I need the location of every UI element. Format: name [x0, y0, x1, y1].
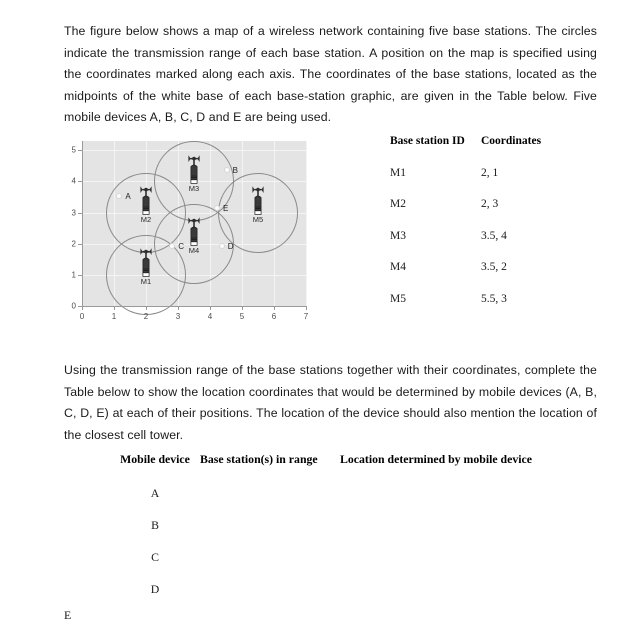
task-paragraph: Using the transmission range of the base… [64, 363, 597, 442]
table-row: M3 3.5, 4 [390, 230, 620, 262]
y-axis-tick [78, 243, 82, 245]
header-coordinates: Coordinates [481, 135, 542, 147]
cell-tower-icon [140, 248, 152, 278]
base-station-coordinates-table: Base station ID Coordinates M1 2, 1 M2 2… [390, 135, 620, 324]
mobile-device-label-A: A [125, 192, 131, 202]
cell-device-id: B [151, 518, 159, 532]
x-axis-tick [178, 306, 179, 310]
cell-device-id-e: E [64, 608, 72, 622]
y-axis-tick-label: 2 [71, 239, 76, 249]
cell-device-id: A [150, 486, 160, 500]
y-axis-tick-label: 1 [71, 270, 76, 280]
cell-in-range[interactable] [200, 518, 340, 550]
table-row: M4 3.5, 2 [390, 261, 620, 293]
cell-device-id: D [150, 582, 160, 596]
intro-paragraph: The figure below shows a map of a wirele… [64, 24, 597, 125]
x-axis-tick [242, 306, 243, 310]
x-axis-tick-label: 2 [143, 312, 149, 321]
cell-location[interactable] [340, 582, 600, 614]
x-axis-tick-label: 1 [111, 312, 117, 321]
cell-station-coords: 2, 1 [481, 166, 499, 179]
y-axis-tick [78, 274, 82, 276]
cell-station-id: M2 [390, 198, 406, 210]
x-axis-tick-label: 4 [207, 312, 213, 321]
y-axis-line [82, 141, 83, 306]
cell-station-id: M3 [390, 229, 406, 242]
y-axis-tick [78, 150, 82, 152]
x-axis-tick [82, 306, 83, 310]
base-station-M2: M2 [135, 185, 157, 224]
cell-station-coords: 3.5, 2 [481, 261, 507, 273]
y-axis-tick-label: 4 [71, 176, 76, 186]
base-station-M1: M1 [135, 247, 157, 286]
cell-station-coords: 2, 3 [481, 198, 499, 210]
mobile-device-D [218, 242, 225, 249]
header-base-station-id: Base station ID [390, 135, 465, 147]
table-row: M5 5.5, 3 [390, 293, 620, 325]
cell-station-id: M5 [390, 292, 406, 305]
x-axis-tick-label: 6 [271, 312, 277, 321]
x-axis-tick [114, 306, 115, 310]
base-station-label-M1: M1 [140, 277, 152, 287]
table-row: C [110, 550, 610, 582]
base-station-label-M5: M5 [252, 215, 264, 224]
y-axis-tick [78, 181, 82, 183]
base-station-M5: M5 [247, 185, 269, 224]
base-station-label-M3: M3 [188, 183, 200, 193]
table-row: M1 2, 1 [390, 167, 620, 199]
y-axis-tick [78, 212, 82, 214]
base-station-M3: M3 [183, 154, 205, 193]
network-map-figure: 0 1 2 3 4 5 6 7 0 1 2 3 4 5 M1 M2 M3 M4 M5 A B C D E [62, 136, 312, 341]
mobile-device-answer-table: Mobile device Base station(s) in range L… [110, 452, 610, 614]
cell-tower-icon [140, 186, 152, 215]
y-axis-tick [78, 306, 82, 307]
cell-tower-icon [252, 186, 264, 215]
table-row: M2 2, 3 [390, 198, 620, 230]
cell-tower-icon [188, 217, 200, 246]
cell-station-id: M4 [390, 261, 406, 273]
x-axis-tick-label: 7 [303, 312, 309, 321]
cell-in-range[interactable] [200, 550, 340, 582]
table-row: D [110, 582, 610, 614]
x-axis-tick [274, 306, 275, 310]
document-page: The figure below shows a map of a wirele… [0, 0, 625, 630]
table-row: A [110, 486, 610, 518]
mobile-device-label-E: E [223, 204, 229, 214]
base-station-M4: M4 [183, 216, 205, 255]
table-header-row: Mobile device Base station(s) in range L… [110, 452, 610, 486]
x-axis-line [82, 306, 306, 307]
mobile-device-label-C: C [178, 242, 184, 252]
gridline-vertical [306, 141, 307, 306]
base-station-label-M2: M2 [140, 215, 152, 224]
x-axis-tick [210, 306, 211, 310]
header-location-determined: Location determined by mobile device [340, 452, 533, 466]
cell-in-range[interactable] [200, 582, 340, 614]
header-mobile-device: Mobile device [120, 452, 190, 466]
cell-tower-icon [188, 155, 200, 184]
header-base-stations-in-range: Base station(s) in range [200, 452, 318, 466]
mobile-device-label-B: B [232, 165, 238, 175]
cell-location[interactable] [340, 550, 600, 582]
x-axis-tick-label: 5 [239, 312, 245, 321]
mobile-device-B [223, 166, 230, 173]
cell-station-coords: 3.5, 4 [481, 229, 507, 242]
table-row: B [110, 518, 610, 550]
x-axis-tick [306, 306, 307, 310]
cell-location[interactable] [340, 518, 600, 550]
cell-in-range[interactable] [200, 486, 340, 518]
table-header-row: Base station ID Coordinates [390, 135, 620, 167]
cell-device-id: C [151, 550, 159, 564]
base-station-label-M4: M4 [188, 246, 200, 256]
cell-station-id: M1 [390, 166, 406, 179]
y-axis-tick-label: 5 [71, 145, 76, 155]
x-axis-tick-label: 0 [79, 312, 85, 321]
x-axis-tick [146, 306, 147, 310]
mobile-device-label-D: D [227, 241, 234, 251]
cell-location[interactable] [340, 486, 600, 518]
y-axis-tick-label: 0 [71, 301, 76, 311]
x-axis-tick-label: 3 [175, 312, 181, 321]
cell-station-coords: 5.5, 3 [481, 292, 507, 305]
y-axis-tick-label: 3 [71, 208, 76, 218]
